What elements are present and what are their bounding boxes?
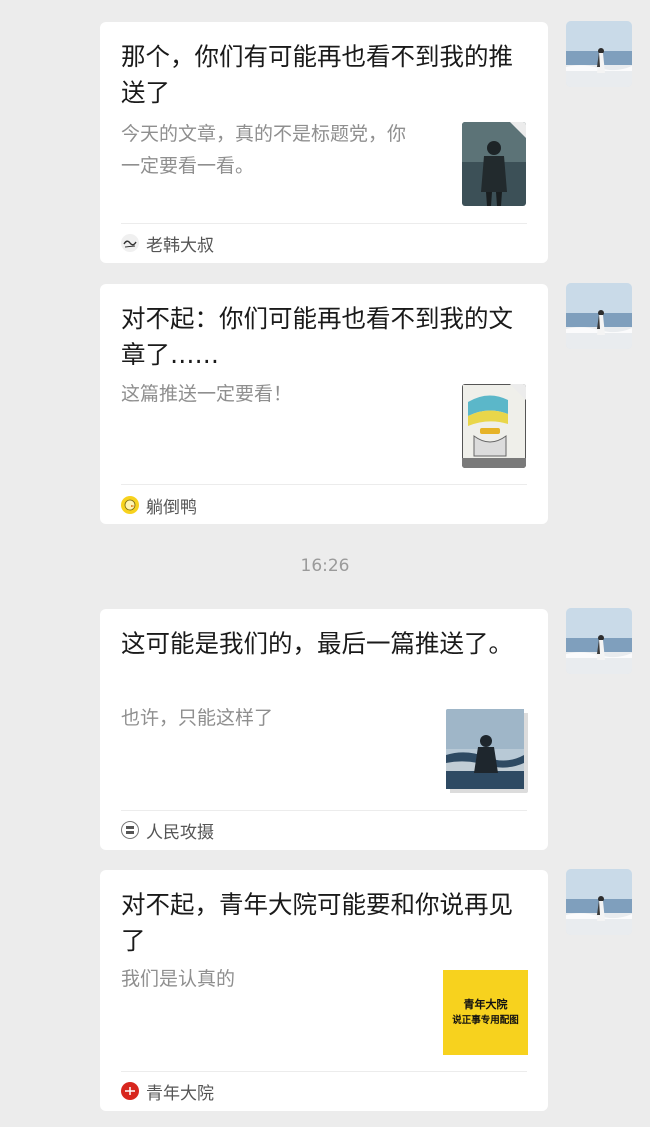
thumb-subtitle-text: 说正事专用配图 (452, 1014, 519, 1026)
article-card[interactable]: 对不起：你们可能再也看不到我的文章了…… 这篇推送一定要看！ 躺倒鸭 (100, 284, 548, 524)
article-source[interactable]: 老韩大叔 (121, 231, 214, 256)
people-photo-logo-icon (121, 821, 139, 839)
article-description: 我们是认真的 (121, 968, 236, 990)
card-divider (121, 223, 527, 224)
source-name: 躺倒鸭 (146, 497, 197, 518)
duck-logo-icon (121, 496, 139, 514)
avatar[interactable] (566, 608, 632, 674)
article-card[interactable]: 那个，你们有可能再也看不到我的推送了 今天的文章，真的不是标题党，你一定要看一看… (100, 22, 548, 263)
article-thumbnail: 青年大院 说正事专用配图 (443, 970, 528, 1055)
article-thumbnail (462, 384, 526, 468)
article-description: 今天的文章，真的不是标题党，你一定要看一看。 (121, 123, 407, 177)
source-name: 人民攻摄 (146, 822, 214, 843)
thumb-title-text: 青年大院 (463, 997, 508, 1011)
article-source[interactable]: 躺倒鸭 (121, 493, 197, 518)
card-divider (121, 810, 527, 811)
article-description: 也许，只能这样了 (121, 707, 274, 729)
article-title: 那个，你们有可能再也看不到我的推送了 (121, 42, 513, 107)
source-name: 青年大院 (146, 1083, 214, 1104)
article-card[interactable]: 这可能是我们的，最后一篇推送了。 也许，只能这样了 人民攻摄 (100, 609, 548, 850)
article-title: 对不起，青年大院可能要和你说再见了 (121, 890, 513, 955)
article-title: 这可能是我们的，最后一篇推送了。 (121, 629, 513, 658)
article-card[interactable]: 对不起，青年大院可能要和你说再见了 我们是认真的 青年大院 说正事专用配图 青年… (100, 870, 548, 1111)
card-divider (121, 484, 527, 485)
old-han-logo-icon (121, 234, 139, 252)
article-thumbnail (446, 709, 528, 793)
youth-courtyard-logo-icon (121, 1082, 139, 1100)
avatar[interactable] (566, 21, 632, 87)
card-divider (121, 1071, 527, 1072)
avatar[interactable] (566, 869, 632, 935)
source-name: 老韩大叔 (146, 235, 214, 256)
article-description: 这篇推送一定要看！ (121, 383, 293, 405)
article-title: 对不起：你们可能再也看不到我的文章了…… (121, 304, 513, 369)
article-source[interactable]: 青年大院 (121, 1079, 214, 1104)
avatar[interactable] (566, 283, 632, 349)
chat-timestamp: 16:26 (300, 556, 350, 576)
article-thumbnail (462, 122, 526, 206)
article-source[interactable]: 人民攻摄 (121, 818, 214, 843)
